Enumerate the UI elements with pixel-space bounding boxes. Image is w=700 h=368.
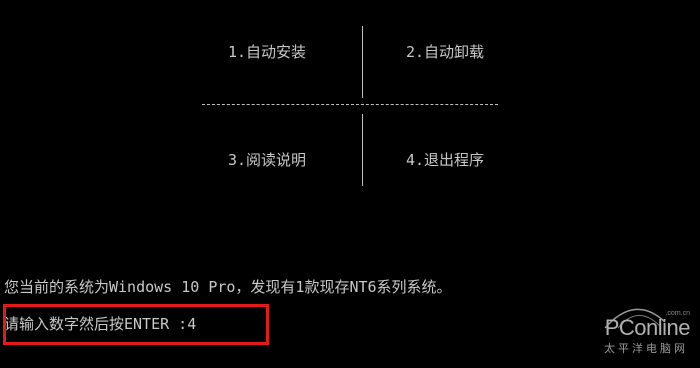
menu-item-auto-uninstall: 2.自动卸载 xyxy=(406,43,485,61)
highlight-box xyxy=(3,304,269,345)
menu-item-auto-install: 1.自动安装 xyxy=(228,43,307,61)
menu-divider-vertical-top xyxy=(362,26,363,98)
system-status-line: 您当前的系统为Windows 10 Pro，发现有1款现存NT6系列系统。 xyxy=(4,278,452,296)
console-window: 1.自动安装 2.自动卸载 3.阅读说明 4.退出程序 您当前的系统为Windo… xyxy=(0,0,700,368)
menu-divider-vertical-bottom xyxy=(362,114,363,186)
menu-item-exit-program: 4.退出程序 xyxy=(406,151,485,169)
menu-item-read-instructions: 3.阅读说明 xyxy=(228,151,307,169)
pconline-watermark: .com.cn PConline 太平洋电脑网 xyxy=(570,302,691,360)
watermark-tagline: 太平洋电脑网 xyxy=(604,343,688,355)
menu-divider-horizontal xyxy=(202,104,498,105)
watermark-brand: PConline xyxy=(604,315,691,340)
